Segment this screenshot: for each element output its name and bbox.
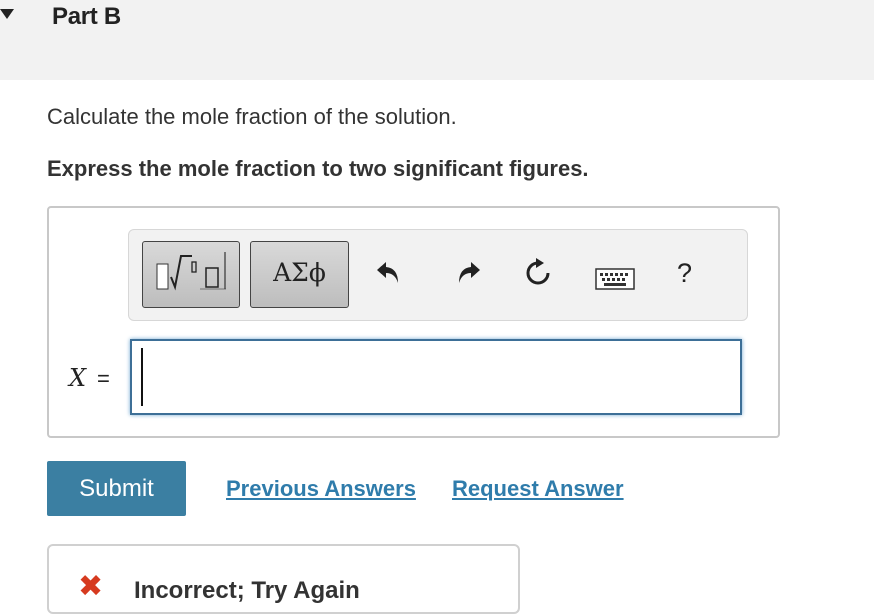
keyboard-icon[interactable] [595,268,635,290]
undo-icon[interactable] [374,258,404,288]
previous-answers-link[interactable]: Previous Answers [226,476,416,502]
collapse-caret-icon[interactable] [0,9,14,19]
symbols-button[interactable]: ΑΣϕ [250,241,349,308]
answer-input[interactable] [130,339,742,415]
text-caret [141,348,143,406]
math-toolbar: ΑΣϕ ? [128,229,748,321]
question-text: Calculate the mole fraction of the solut… [47,104,457,129]
help-icon[interactable]: ? [677,258,692,289]
request-answer-link[interactable]: Request Answer [452,476,624,502]
feedback-text: Incorrect; Try Again [134,577,360,604]
equals-sign: = [97,366,110,391]
instruction-text: Express the mole fraction to two signifi… [47,156,589,181]
templates-icon [156,252,226,291]
part-title: Part B [52,3,121,30]
symbols-label: ΑΣϕ [273,258,326,287]
reset-icon[interactable] [523,258,553,288]
redo-icon[interactable] [453,258,483,288]
templates-button[interactable] [142,241,240,308]
variable-label: X [69,364,87,392]
part-header: Part B [0,0,874,80]
submit-button[interactable]: Submit [47,461,186,516]
